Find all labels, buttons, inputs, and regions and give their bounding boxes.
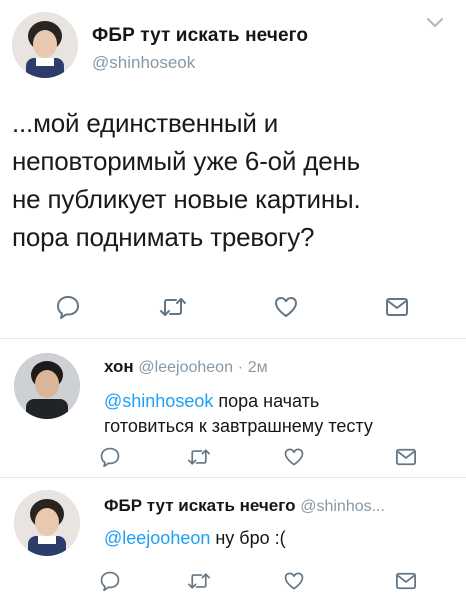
reply-text-line: @leejooheon ну бро :( xyxy=(104,526,454,551)
avatar-photo xyxy=(14,490,80,556)
heart-icon xyxy=(284,572,304,590)
dm-button[interactable] xyxy=(384,292,410,322)
retweet-button[interactable] xyxy=(158,292,188,322)
reply-text-line: готовиться к завтрашнему тесту xyxy=(104,416,373,436)
reply-text-part: пора начать xyxy=(213,391,320,411)
like-button[interactable] xyxy=(272,292,300,322)
retweet-icon xyxy=(188,449,210,465)
reply-icon xyxy=(100,447,120,468)
avatar-photo xyxy=(14,353,80,419)
avatar[interactable] xyxy=(14,353,80,419)
tweet-text-line: не публикует новые картины. xyxy=(12,184,361,214)
handle[interactable]: @shinhos... xyxy=(300,498,385,515)
reply-tweet: ФБР тут искать нечего @shinhos... @leejo… xyxy=(0,478,466,604)
reply-text-line: @shinhoseok пора начать xyxy=(104,389,454,414)
avatar[interactable] xyxy=(12,12,78,78)
reply-icon xyxy=(100,571,120,592)
reply-icon xyxy=(57,296,79,319)
avatar-photo xyxy=(12,12,78,78)
envelope-icon xyxy=(396,572,416,590)
dm-button[interactable] xyxy=(394,442,418,472)
dm-button[interactable] xyxy=(394,566,418,596)
tweet-text-line: пора поднимать тревогу? xyxy=(12,222,315,252)
tweet-text-line: ...мой единственный и xyxy=(12,108,279,138)
display-name[interactable]: ФБР тут искать нечего xyxy=(92,25,308,47)
handle[interactable]: @shinhoseok xyxy=(92,53,195,73)
tweet-text: ...мой единственный и неповторимый уже 6… xyxy=(12,104,457,256)
envelope-icon xyxy=(386,298,408,316)
retweet-icon xyxy=(188,573,210,589)
chevron-down-icon[interactable] xyxy=(424,14,446,32)
retweet-icon xyxy=(160,298,186,316)
reply-header: хон @leejooheon · 2м xyxy=(104,357,268,377)
reply-text: @shinhoseok пора начать готовиться к зав… xyxy=(104,389,454,439)
reply-text: @leejooheon ну бро :( xyxy=(104,526,454,551)
tweet-actions xyxy=(0,292,466,322)
reply-button[interactable] xyxy=(98,442,122,472)
envelope-icon xyxy=(396,448,416,466)
retweet-button[interactable] xyxy=(186,442,212,472)
heart-icon xyxy=(275,297,297,317)
reply-tweet: хон @leejooheon · 2м @shinhoseok пора на… xyxy=(0,339,466,477)
handle[interactable]: @leejooheon xyxy=(138,359,233,376)
heart-icon xyxy=(284,448,304,466)
separator: · xyxy=(237,359,244,376)
reply-button[interactable] xyxy=(98,566,122,596)
tweet-actions xyxy=(0,442,466,472)
like-button[interactable] xyxy=(282,566,306,596)
timestamp[interactable]: 2м xyxy=(248,359,268,376)
mention-link[interactable]: @leejooheon xyxy=(104,528,210,548)
retweet-button[interactable] xyxy=(186,566,212,596)
tweet-actions xyxy=(0,566,466,596)
reply-header: ФБР тут искать нечего @shinhos... xyxy=(104,496,385,516)
reply-button[interactable] xyxy=(54,292,82,322)
main-tweet: ФБР тут искать нечего @shinhoseok ...мой… xyxy=(0,0,466,338)
display-name[interactable]: ФБР тут искать нечего xyxy=(104,496,295,515)
reply-text-part: ну бро :( xyxy=(210,528,286,548)
avatar[interactable] xyxy=(14,490,80,556)
display-name[interactable]: хон xyxy=(104,357,134,376)
like-button[interactable] xyxy=(282,442,306,472)
tweet-text-line: неповторимый уже 6-ой день xyxy=(12,146,360,176)
mention-link[interactable]: @shinhoseok xyxy=(104,391,213,411)
